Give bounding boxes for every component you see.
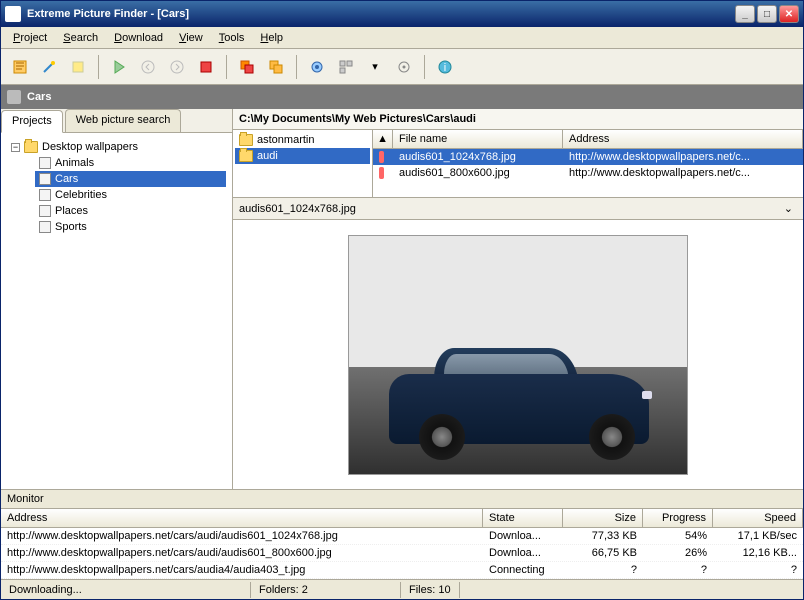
tree-toggle-icon[interactable]: − — [11, 143, 20, 152]
car-headlight — [642, 391, 652, 399]
left-panel: Projects Web picture search − Desktop wa… — [1, 109, 233, 489]
app-icon: 🛡 — [5, 6, 21, 22]
preview-collapse-icon[interactable]: ⌄ — [780, 202, 797, 215]
toolbar-separator — [296, 55, 297, 79]
monitor-row[interactable]: http://www.desktopwallpapers.net/cars/au… — [1, 545, 803, 562]
statusbar: Downloading... Folders: 2 Files: 10 — [1, 579, 803, 599]
tree-item-celebrities[interactable]: Celebrities — [35, 187, 226, 203]
toolbar-stop-all-icon[interactable] — [234, 54, 260, 80]
menu-help[interactable]: Help — [252, 29, 291, 47]
toolbar-back-icon[interactable] — [135, 54, 161, 80]
toolbar-separator — [226, 55, 227, 79]
tree-item-places[interactable]: Places — [35, 203, 226, 219]
subheader-icon — [7, 90, 21, 104]
toolbar-help-icon[interactable]: i — [432, 54, 458, 80]
menu-project[interactable]: Project — [5, 29, 55, 47]
folder-icon — [239, 150, 253, 162]
main-area: Projects Web picture search − Desktop wa… — [1, 109, 803, 489]
tree-root[interactable]: − Desktop wallpapers — [7, 139, 226, 155]
menu-search[interactable]: Search — [55, 29, 106, 47]
toolbar-separator — [424, 55, 425, 79]
menu-view[interactable]: View — [171, 29, 211, 47]
mcol-speed[interactable]: Speed — [713, 509, 803, 527]
monitor-row[interactable]: http://www.desktopwallpapers.net/cars/au… — [1, 562, 803, 579]
toolbar-forward-icon[interactable] — [164, 54, 190, 80]
toolbar-view-icon[interactable] — [333, 54, 359, 80]
subheader-title: Cars — [27, 91, 51, 103]
toolbar-separator — [98, 55, 99, 79]
left-tabs: Projects Web picture search — [1, 109, 232, 133]
file-list: ▲ File name Address audis601_1024x768.jp… — [373, 130, 803, 197]
maximize-button[interactable]: □ — [757, 5, 777, 23]
dir-item-astonmartin[interactable]: astonmartin — [235, 132, 370, 148]
toolbar-stop-icon[interactable] — [193, 54, 219, 80]
path-bar: C:\My Documents\My Web Pictures\Cars\aud… — [233, 109, 803, 130]
mcol-state[interactable]: State — [483, 509, 563, 527]
folder-icon — [239, 134, 253, 146]
status-files: Files: 10 — [401, 582, 460, 598]
node-icon — [39, 173, 51, 185]
tab-web-search[interactable]: Web picture search — [65, 109, 182, 132]
file-icon — [379, 151, 384, 163]
toolbar-queue-icon[interactable] — [263, 54, 289, 80]
toolbar: ▾ i — [1, 49, 803, 85]
tree-item-cars[interactable]: Cars — [35, 171, 226, 187]
toolbar-wizard-icon[interactable] — [36, 54, 62, 80]
monitor-rows: http://www.desktopwallpapers.net/cars/au… — [1, 528, 803, 579]
col-address[interactable]: Address — [563, 130, 803, 148]
file-icon — [379, 167, 384, 179]
window-title: Extreme Picture Finder - [Cars] — [27, 8, 735, 20]
file-header: ▲ File name Address — [373, 130, 803, 149]
node-icon — [39, 205, 51, 217]
mcol-progress[interactable]: Progress — [643, 509, 713, 527]
dir-item-audi[interactable]: audi — [235, 148, 370, 164]
tree-item-animals[interactable]: Animals — [35, 155, 226, 171]
preview-image — [348, 235, 688, 475]
toolbar-new-project-icon[interactable] — [7, 54, 33, 80]
minimize-button[interactable]: _ — [735, 5, 755, 23]
node-icon — [39, 221, 51, 233]
right-panel: C:\My Documents\My Web Pictures\Cars\aud… — [233, 109, 803, 489]
monitor-row[interactable]: http://www.desktopwallpapers.net/cars/au… — [1, 528, 803, 545]
toolbar-note-icon[interactable] — [65, 54, 91, 80]
car-wheel — [589, 414, 635, 460]
subheader: Cars — [1, 85, 803, 109]
file-rows: audis601_1024x768.jpg http://www.desktop… — [373, 149, 803, 197]
toolbar-settings-icon[interactable] — [304, 54, 330, 80]
titlebar: 🛡 Extreme Picture Finder - [Cars] _ □ ✕ — [1, 1, 803, 27]
monitor-columns: Address State Size Progress Speed — [1, 509, 803, 528]
tab-projects[interactable]: Projects — [1, 110, 63, 133]
preview-area — [233, 220, 803, 489]
toolbar-play-icon[interactable] — [106, 54, 132, 80]
car-wheel — [419, 414, 465, 460]
close-button[interactable]: ✕ — [779, 5, 799, 23]
dir-file-row: astonmartin audi ▲ File name Address aud… — [233, 130, 803, 198]
mcol-size[interactable]: Size — [563, 509, 643, 527]
status-state: Downloading... — [1, 582, 251, 598]
node-icon — [39, 189, 51, 201]
node-icon — [39, 157, 51, 169]
toolbar-target-icon[interactable] — [391, 54, 417, 80]
toolbar-dropdown-icon[interactable]: ▾ — [362, 54, 388, 80]
window-controls: _ □ ✕ — [735, 5, 799, 23]
col-sort-icon[interactable]: ▲ — [373, 130, 393, 148]
menubar: Project Search Download View Tools Help — [1, 27, 803, 49]
directory-list: astonmartin audi — [233, 130, 373, 197]
svg-text:i: i — [444, 62, 446, 74]
tree-root-label: Desktop wallpapers — [42, 141, 138, 153]
mcol-address[interactable]: Address — [1, 509, 483, 527]
menu-download[interactable]: Download — [106, 29, 171, 47]
folder-icon — [24, 141, 38, 153]
tree-item-sports[interactable]: Sports — [35, 219, 226, 235]
file-row[interactable]: audis601_800x600.jpg http://www.desktopw… — [373, 165, 803, 181]
preview-filename: audis601_1024x768.jpg — [239, 203, 780, 215]
col-filename[interactable]: File name — [393, 130, 563, 148]
menu-tools[interactable]: Tools — [211, 29, 253, 47]
monitor-header: Monitor — [1, 489, 803, 509]
file-row[interactable]: audis601_1024x768.jpg http://www.desktop… — [373, 149, 803, 165]
project-tree: − Desktop wallpapers Animals Cars Celebr… — [1, 133, 232, 489]
app-window: 🛡 Extreme Picture Finder - [Cars] _ □ ✕ … — [0, 0, 804, 600]
status-folders: Folders: 2 — [251, 582, 401, 598]
preview-bar: audis601_1024x768.jpg ⌄ — [233, 198, 803, 220]
